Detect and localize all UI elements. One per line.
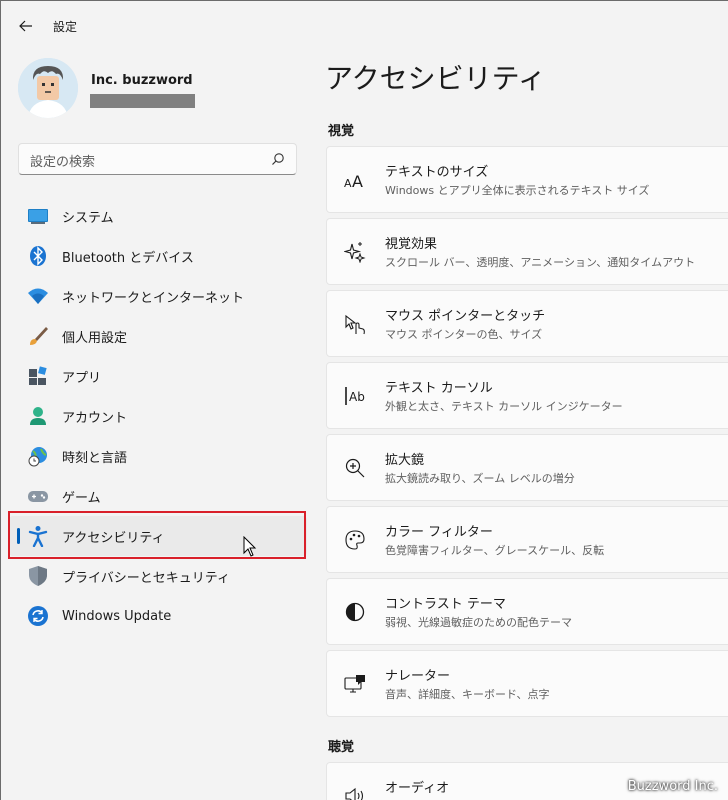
text-size-icon: A A xyxy=(344,172,363,191)
card-subtitle: 弱視、光線過敏症のための配色テーマ xyxy=(385,616,572,629)
card-contrast-themes[interactable]: コントラスト テーマ 弱視、光線過敏症のための配色テーマ xyxy=(326,578,728,645)
card-narrator[interactable]: ナレーター 音声、詳細度、キーボード、点字 xyxy=(326,650,728,717)
sidebar-item-time-language[interactable]: 時刻と言語 xyxy=(9,436,307,476)
brush-icon xyxy=(30,327,48,345)
sidebar-item-accounts[interactable]: アカウント xyxy=(9,396,307,436)
section-label-hearing: 聴覚 xyxy=(328,740,355,755)
sidebar-item-personalization[interactable]: 個人用設定 xyxy=(9,316,307,356)
svg-text:A: A xyxy=(344,177,352,190)
sidebar-item-label: アプリ xyxy=(62,370,102,386)
sidebar-item-apps[interactable]: アプリ xyxy=(9,356,307,396)
avatar-image xyxy=(18,58,78,118)
bluetooth-icon xyxy=(30,246,46,266)
sidebar-nav: システム Bluetooth とデバイス ネットワークとインターネット 個人用設… xyxy=(9,196,307,636)
sidebar-item-label: Windows Update xyxy=(62,608,172,624)
card-text-size[interactable]: A A テキストのサイズ Windows とアプリ全体に表示されるテキスト サイ… xyxy=(326,146,728,213)
title-bar: 設定 xyxy=(1,1,728,51)
avatar[interactable] xyxy=(18,58,78,118)
text-cursor-icon: Ab xyxy=(345,387,365,405)
card-visual-effects[interactable]: 視覚効果 スクロール バー、透明度、アニメーション、通知タイムアウト xyxy=(326,218,728,285)
sidebar-item-gaming[interactable]: ゲーム xyxy=(9,476,307,516)
page-title: アクセシビリティ xyxy=(325,62,546,95)
arrow-left-icon xyxy=(19,20,32,32)
speaker-icon xyxy=(345,787,364,800)
card-magnifier[interactable]: 拡大鏡 拡大鏡読み取り、ズーム レベルの増分 xyxy=(326,434,728,501)
accessibility-icon xyxy=(28,526,48,547)
search-placeholder: 設定の検索 xyxy=(30,155,96,170)
card-subtitle: マウス ポインターの色、サイズ xyxy=(385,328,543,341)
card-title: オーディオ xyxy=(385,781,450,796)
card-title: 拡大鏡 xyxy=(385,453,425,468)
update-icon xyxy=(28,606,48,626)
card-subtitle: 外観と太さ、テキスト カーソル インジケーター xyxy=(385,400,623,413)
sidebar-item-label: 時刻と言語 xyxy=(62,450,128,466)
sidebar-item-bluetooth[interactable]: Bluetooth とデバイス xyxy=(9,236,307,276)
sidebar-item-privacy[interactable]: プライバシーとセキュリティ xyxy=(9,556,307,596)
search-icon xyxy=(272,153,284,165)
section-label-vision: 視覚 xyxy=(328,124,355,139)
sidebar-item-label: システム xyxy=(62,210,114,226)
card-subtitle: 音声、詳細度、キーボード、点字 xyxy=(385,688,550,701)
back-button[interactable] xyxy=(15,15,37,37)
card-color-filters[interactable]: カラー フィルター 色覚障害フィルター、グレースケール、反転 xyxy=(326,506,728,573)
sidebar-item-label: Bluetooth とデバイス xyxy=(62,250,194,266)
card-title: コントラスト テーマ xyxy=(385,597,506,612)
sidebar-item-label: アクセシビリティ xyxy=(62,530,165,546)
svg-text:A: A xyxy=(352,172,363,191)
svg-text:Ab: Ab xyxy=(349,390,365,404)
monitor-icon xyxy=(28,209,48,224)
card-title: テキスト カーソル xyxy=(385,381,493,396)
globe-clock-icon xyxy=(28,447,47,467)
profile-name: Inc. buzzword xyxy=(91,73,193,88)
card-text-cursor[interactable]: Ab テキスト カーソル 外観と太さ、テキスト カーソル インジケーター xyxy=(326,362,728,429)
card-title: マウス ポインターとタッチ xyxy=(385,309,546,324)
pointer-touch-icon xyxy=(345,314,365,335)
narrator-icon xyxy=(344,675,365,693)
search-input[interactable]: 設定の検索 xyxy=(18,143,297,175)
sidebar-item-label: アカウント xyxy=(62,410,128,426)
watermark: Buzzword Inc. xyxy=(627,779,718,794)
contrast-icon xyxy=(345,602,365,622)
sidebar-item-label: ゲーム xyxy=(62,490,101,506)
profile-email-redacted xyxy=(90,94,195,108)
card-mouse-pointer-touch[interactable]: マウス ポインターとタッチ マウス ポインターの色、サイズ xyxy=(326,290,728,357)
person-icon xyxy=(30,407,46,425)
apps-icon xyxy=(29,366,47,385)
card-title: テキストのサイズ xyxy=(385,165,489,180)
window-title: 設定 xyxy=(53,20,78,34)
sidebar-item-accessibility[interactable]: アクセシビリティ xyxy=(9,516,307,556)
card-subtitle: 拡大鏡読み取り、ズーム レベルの増分 xyxy=(385,472,575,485)
sidebar-item-network[interactable]: ネットワークとインターネット xyxy=(9,276,307,316)
palette-icon xyxy=(345,530,365,550)
sparkle-icon xyxy=(344,242,366,263)
card-title: ナレーター xyxy=(385,669,451,684)
sidebar-item-windows-update[interactable]: Windows Update xyxy=(9,596,307,636)
card-title: 視覚効果 xyxy=(385,237,438,252)
sidebar-item-label: 個人用設定 xyxy=(62,330,128,346)
wifi-icon xyxy=(28,288,48,304)
card-title: カラー フィルター xyxy=(385,525,493,540)
gamepad-icon xyxy=(28,491,48,502)
mouse-cursor-icon xyxy=(243,536,257,557)
sidebar-item-label: プライバシーとセキュリティ xyxy=(62,570,230,586)
selection-indicator xyxy=(17,528,20,544)
card-subtitle: Windows とアプリ全体に表示されるテキスト サイズ xyxy=(385,184,650,197)
card-subtitle: スクロール バー、透明度、アニメーション、通知タイムアウト xyxy=(385,256,696,269)
sidebar-item-label: ネットワークとインターネット xyxy=(62,290,245,306)
shield-icon xyxy=(29,566,47,586)
sidebar-item-system[interactable]: システム xyxy=(9,196,307,236)
magnifier-icon xyxy=(345,458,365,478)
card-subtitle: 色覚障害フィルター、グレースケール、反転 xyxy=(385,544,605,557)
